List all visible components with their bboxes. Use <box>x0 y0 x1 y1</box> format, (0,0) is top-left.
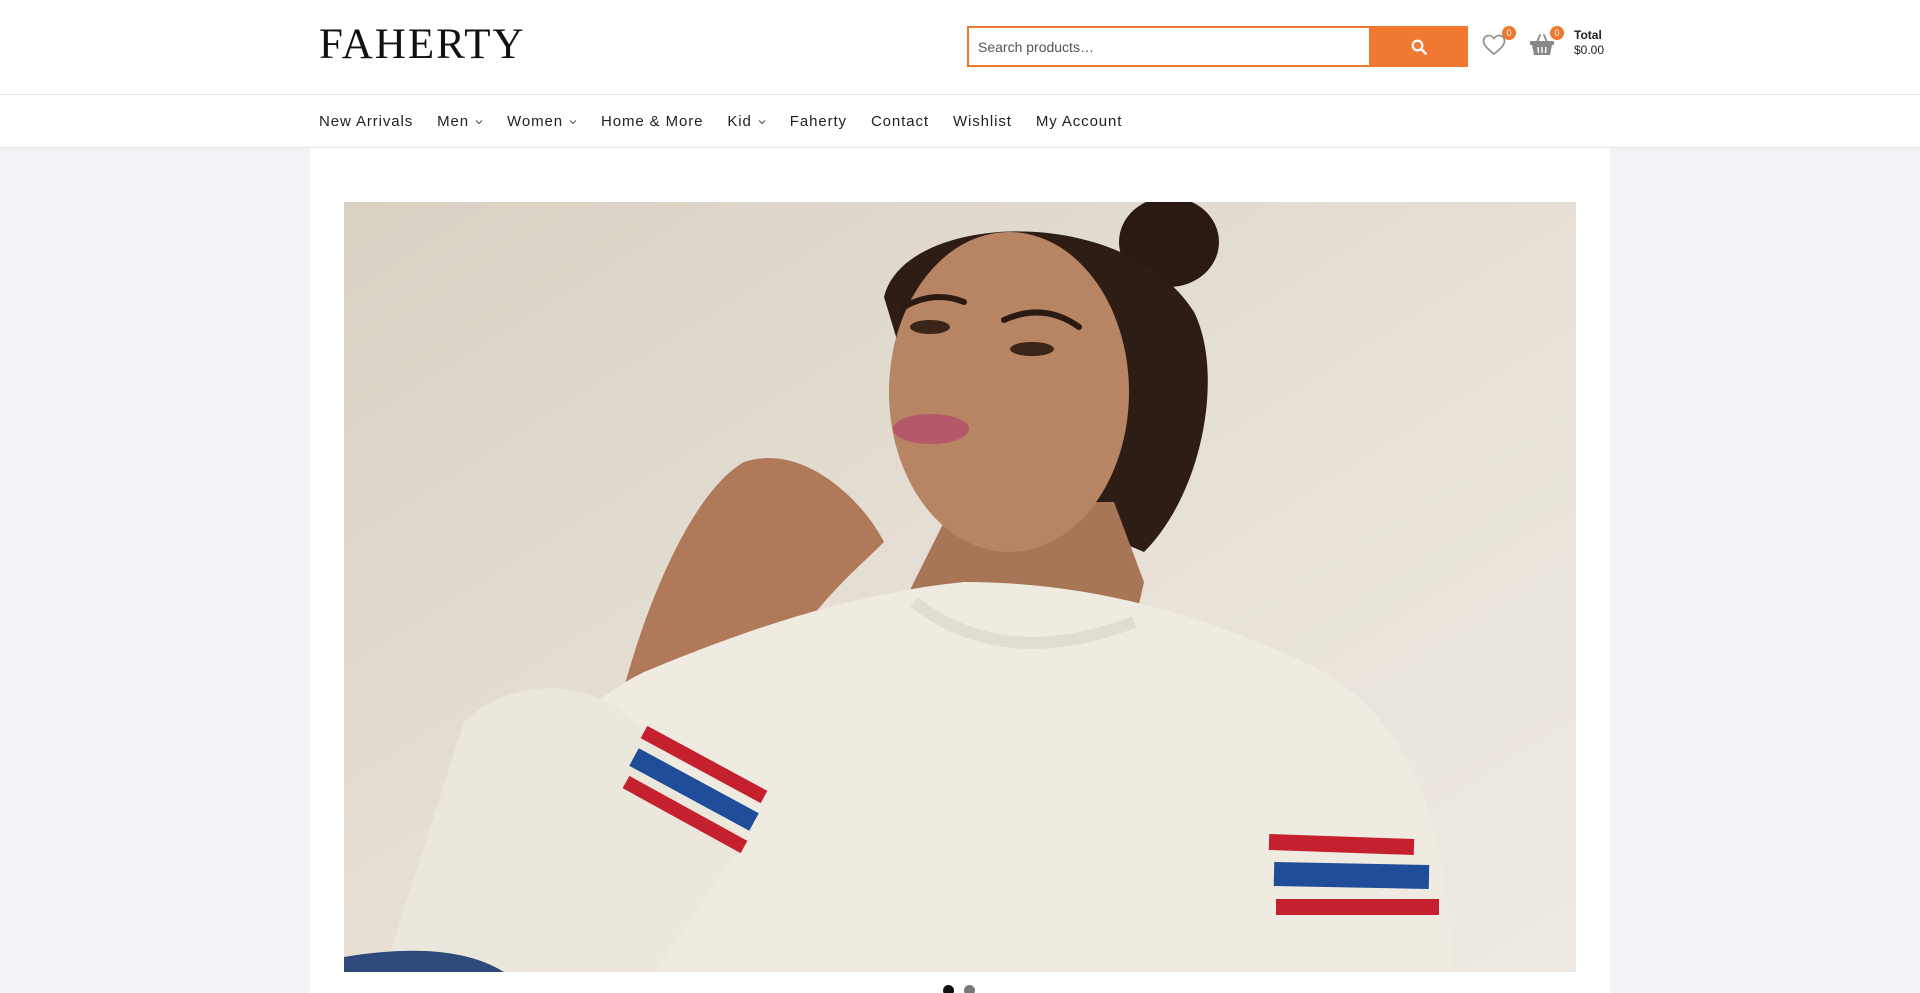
chevron-down-icon <box>569 119 577 124</box>
cart-count-badge: 0 <box>1550 26 1564 40</box>
nav-item-faherty[interactable]: Faherty <box>790 113 847 130</box>
hero-slide-image[interactable] <box>344 202 1576 972</box>
nav-item-my-account[interactable]: My Account <box>1036 113 1123 130</box>
search-form <box>967 26 1468 67</box>
nav-item-label: Wishlist <box>952 113 1012 130</box>
cart-total-value: $0.00 <box>1574 43 1605 57</box>
heart-icon <box>1482 34 1506 56</box>
search-input[interactable] <box>967 26 1369 67</box>
nav-item-home-more[interactable]: Home & More <box>601 113 703 130</box>
slider-dot-2[interactable] <box>964 985 975 993</box>
cart-total[interactable]: Total $0.00 <box>1574 28 1604 58</box>
nav-item-women[interactable]: Women <box>507 113 577 130</box>
nav-item-label: Home & More <box>600 113 704 130</box>
main-navigation: New Arrivals Men Women Home & More Kid Fahert… <box>0 95 1920 148</box>
search-button[interactable] <box>1369 26 1468 67</box>
nav-item-label: Faherty <box>789 113 847 130</box>
nav-item-label: Contact <box>870 113 929 130</box>
nav-item-kid[interactable]: Kid <box>727 113 766 130</box>
nav-item-label: Women <box>507 113 563 130</box>
nav-item-label: My Account <box>1035 113 1123 130</box>
site-header: FAHERTY 0 0 Total $0.00 <box>0 0 1920 95</box>
slider-pagination <box>943 985 975 993</box>
wishlist-count-badge: 0 <box>1502 26 1516 40</box>
nav-item-label: Kid <box>727 113 752 130</box>
nav-list: New Arrivals Men Women Home & More Kid Fahert… <box>319 95 1146 148</box>
nav-item-wishlist[interactable]: Wishlist <box>953 113 1012 130</box>
site-logo[interactable]: FAHERTY <box>319 22 526 68</box>
nav-item-men[interactable]: Men <box>437 113 483 130</box>
nav-item-contact[interactable]: Contact <box>871 113 929 130</box>
cart-button[interactable]: 0 <box>1528 26 1564 58</box>
model-photo <box>344 202 1576 972</box>
search-icon <box>1411 39 1427 55</box>
slider-dot-1[interactable] <box>943 985 954 993</box>
chevron-down-icon <box>475 119 483 124</box>
cart-total-label: Total <box>1574 28 1602 42</box>
nav-item-label: Men <box>437 113 470 130</box>
wishlist-button[interactable]: 0 <box>1480 26 1516 58</box>
chevron-down-icon <box>758 119 766 124</box>
nav-item-label: New Arrivals <box>319 113 414 130</box>
main-content <box>310 148 1610 993</box>
nav-item-new-arrivals[interactable]: New Arrivals <box>319 113 413 130</box>
